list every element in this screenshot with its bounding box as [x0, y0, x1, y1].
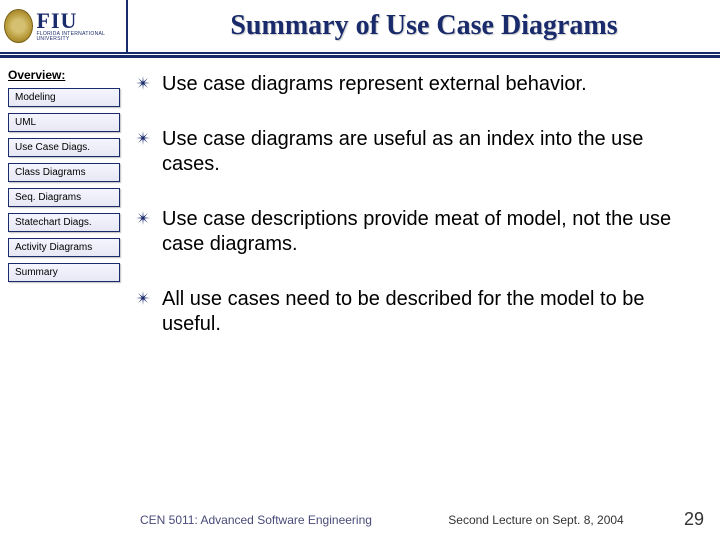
sidebar-item-statechart[interactable]: Statechart Diags. — [8, 213, 120, 232]
bullet-3: Use case descriptions provide meat of mo… — [134, 207, 696, 257]
bullet-4-text: All use cases need to be described for t… — [162, 287, 696, 337]
sidebar-item-uml[interactable]: UML — [8, 113, 120, 132]
logo-text: FIU FLORIDA INTERNATIONAL UNIVERSITY — [37, 10, 123, 42]
bullet-2: Use case diagrams are useful as an index… — [134, 127, 696, 177]
bullet-4: All use cases need to be described for t… — [134, 287, 696, 337]
logo-box: FIU FLORIDA INTERNATIONAL UNIVERSITY — [0, 0, 128, 52]
content: Use case diagrams represent external beh… — [128, 58, 720, 540]
body: Overview: Modeling UML Use Case Diags. C… — [0, 57, 720, 540]
footer-lecture: Second Lecture on Sept. 8, 2004 — [404, 513, 668, 527]
sidebar-item-modeling[interactable]: Modeling — [8, 88, 120, 107]
header: FIU FLORIDA INTERNATIONAL UNIVERSITY Sum… — [0, 0, 720, 54]
starburst-icon — [134, 291, 152, 305]
footer: CEN 5011: Advanced Software Engineering … — [0, 509, 720, 530]
slide-title: Summary of Use Case Diagrams — [230, 10, 617, 42]
sidebar: Overview: Modeling UML Use Case Diags. C… — [0, 58, 128, 540]
starburst-icon — [134, 76, 152, 90]
logo-abbr: FIU — [37, 10, 123, 32]
sidebar-item-class[interactable]: Class Diagrams — [8, 163, 120, 182]
bullet-1: Use case diagrams represent external beh… — [134, 72, 696, 97]
bullet-3-text: Use case descriptions provide meat of mo… — [162, 207, 696, 257]
bullet-list: Use case diagrams represent external beh… — [134, 72, 696, 337]
bullet-1-text: Use case diagrams represent external beh… — [162, 72, 587, 97]
footer-course: CEN 5011: Advanced Software Engineering — [140, 513, 404, 527]
sidebar-item-usecase[interactable]: Use Case Diags. — [8, 138, 120, 157]
title-box: Summary of Use Case Diagrams — [128, 0, 720, 52]
sidebar-heading: Overview: — [8, 68, 120, 82]
sidebar-item-summary[interactable]: Summary — [8, 263, 120, 282]
fiu-seal-icon — [4, 9, 33, 43]
logo-subtext: FLORIDA INTERNATIONAL UNIVERSITY — [37, 32, 123, 42]
footer-page-number: 29 — [668, 509, 704, 530]
slide: FIU FLORIDA INTERNATIONAL UNIVERSITY Sum… — [0, 0, 720, 540]
starburst-icon — [134, 131, 152, 145]
sidebar-item-seq[interactable]: Seq. Diagrams — [8, 188, 120, 207]
starburst-icon — [134, 211, 152, 225]
bullet-2-text: Use case diagrams are useful as an index… — [162, 127, 696, 177]
sidebar-item-activity[interactable]: Activity Diagrams — [8, 238, 120, 257]
